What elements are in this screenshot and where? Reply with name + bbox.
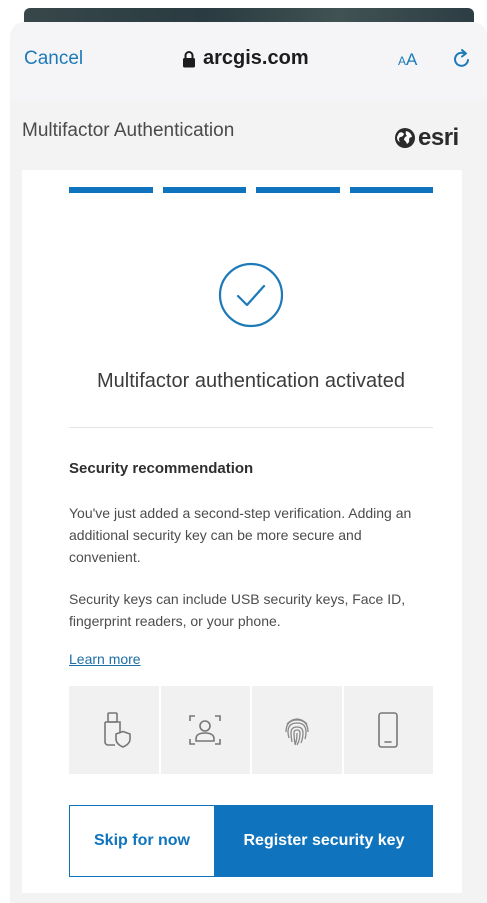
status-message: Multifactor authentication activated [97, 370, 405, 392]
reload-icon[interactable] [452, 48, 472, 70]
text-size-small-label: A [398, 54, 407, 68]
register-security-key-button[interactable]: Register security key [215, 805, 433, 877]
key-type-fingerprint [252, 686, 342, 774]
security-key-types [69, 686, 433, 774]
learn-more-link[interactable]: Learn more [69, 651, 141, 667]
status-bar-strip [0, 0, 487, 22]
text-size-large-label: A [406, 50, 418, 69]
recommendation-paragraph-1: You've just added a second-step verifica… [69, 505, 412, 565]
fingerprint-icon [285, 718, 309, 746]
face-id-icon [189, 715, 222, 745]
checkmark-circle-icon [218, 262, 284, 328]
mfa-card: Multifactor authentication activated Sec… [22, 170, 462, 893]
esri-logo-text: esri [418, 124, 459, 151]
progress-indicator [69, 187, 433, 193]
progress-step-3 [256, 187, 340, 193]
lock-icon [183, 50, 195, 67]
page-title: Multifactor Authentication [22, 120, 235, 141]
progress-step-1 [69, 187, 153, 193]
blurred-background [24, 8, 474, 22]
divider [69, 427, 433, 428]
url-display[interactable]: arcgis.com [182, 47, 309, 70]
cancel-button[interactable]: Cancel [24, 48, 83, 70]
url-text: arcgis.com [203, 47, 309, 69]
progress-step-2 [162, 187, 246, 193]
esri-logo: esri [394, 124, 459, 152]
usb-security-key-icon [103, 712, 131, 748]
page-content: Multifactor Authentication esri Multifac… [10, 100, 487, 903]
browser-toolbar: Cancel arcgis.com AA [10, 22, 487, 100]
recommendation-heading: Security recommendation [69, 460, 254, 477]
globe-icon [395, 128, 415, 148]
progress-step-4 [349, 187, 433, 193]
phone-icon [378, 712, 399, 748]
key-type-face-id [160, 686, 250, 774]
recommendation-paragraph-2: Security keys can include USB security k… [69, 591, 406, 629]
key-type-phone [343, 686, 433, 774]
text-size-button[interactable]: AA [398, 50, 417, 70]
action-buttons: Skip for now Register security key [69, 805, 433, 877]
key-type-usb [69, 686, 159, 774]
skip-for-now-button[interactable]: Skip for now [69, 805, 215, 877]
